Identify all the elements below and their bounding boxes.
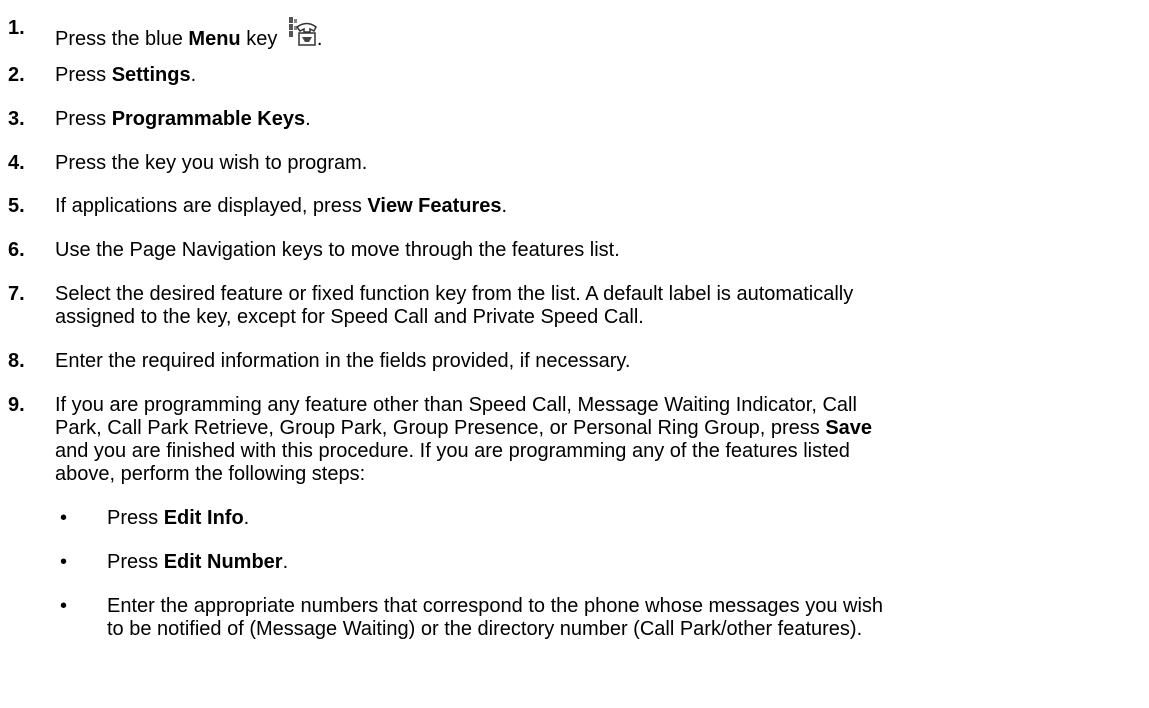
bullet-text-pre: Press — [107, 551, 164, 573]
step-bold-term: View Features — [367, 195, 502, 217]
step-text-pre: Press the blue — [55, 28, 189, 50]
bullet-dot: • — [60, 595, 68, 617]
step-text-line: assigned to the key, except for Speed Ca… — [55, 306, 644, 328]
step-text: If you are programming any feature other… — [55, 394, 1138, 486]
step-number: 3. — [8, 108, 25, 130]
step-number: 2. — [8, 64, 25, 86]
step-text-tail: . — [316, 28, 323, 50]
menu-key-phone-icon — [288, 17, 317, 46]
bullet-text-line: to be notified of (Message Waiting) or t… — [107, 618, 863, 640]
step-text: Press the key you wish to program. — [55, 152, 368, 174]
step-text-pre: Park, Call Park Retrieve, Group Park, Gr… — [55, 417, 826, 439]
step-text: Select the desired feature or fixed func… — [55, 283, 1138, 329]
step-number: 9. — [8, 394, 25, 416]
step-text: Press Programmable Keys. — [55, 108, 1138, 131]
bullet-text-line: Enter the appropriate numbers that corre… — [107, 595, 884, 617]
step-number: 1. — [8, 17, 25, 39]
step-text-post: . — [305, 108, 311, 130]
step-text-line: above, perform the following steps: — [55, 463, 366, 485]
step-text-line: If you are programming any feature other… — [55, 394, 857, 416]
bullet-bold-term: Edit Info — [163, 507, 244, 529]
step-bold-term: Save — [825, 417, 873, 439]
step-text-pre: Press — [55, 108, 112, 130]
step-text-line: Park, Call Park Retrieve, Group Park, Gr… — [55, 417, 1138, 440]
step-text-line: and you are finished with this procedure… — [55, 440, 850, 462]
bullet-text: Enter the appropriate numbers that corre… — [107, 595, 1140, 641]
step-text: If applications are displayed, press Vie… — [55, 195, 1138, 218]
step-number: 4. — [8, 152, 25, 174]
step-bold-term: Menu — [188, 28, 241, 50]
step-text: Press the blue Menu key . — [55, 17, 1138, 51]
step-text-post: key — [240, 28, 283, 50]
step-bold-term: Settings — [111, 64, 191, 86]
bullet-text: Press Edit Info. — [107, 507, 1140, 530]
step-text-post: . — [501, 195, 508, 217]
step-number: 7. — [8, 283, 25, 305]
step-bold-term: Programmable Keys — [111, 108, 306, 130]
step-text-pre: If applications are displayed, press — [55, 195, 368, 217]
step-text-pre: Press — [55, 64, 112, 86]
step-text: Enter the required information in the fi… — [55, 350, 631, 372]
bullet-text: Press Edit Number. — [107, 551, 1140, 574]
bullet-text-pre: Press — [107, 507, 164, 529]
step-text-line: Select the desired feature or fixed func… — [55, 283, 854, 305]
step-number: 8. — [8, 350, 25, 372]
step-text: Use the Page Navigation keys to move thr… — [55, 239, 620, 261]
bullet-bold-term: Edit Number — [163, 551, 283, 573]
bullet-dot: • — [60, 507, 68, 529]
step-number: 6. — [8, 239, 25, 261]
step-number: 5. — [8, 195, 25, 217]
bullet-text-post: . — [243, 507, 250, 529]
step-text: Press Settings. — [55, 64, 1138, 87]
bullet-text-post: . — [282, 551, 289, 573]
step-text-post: . — [190, 64, 197, 86]
bullet-dot: • — [60, 551, 68, 573]
